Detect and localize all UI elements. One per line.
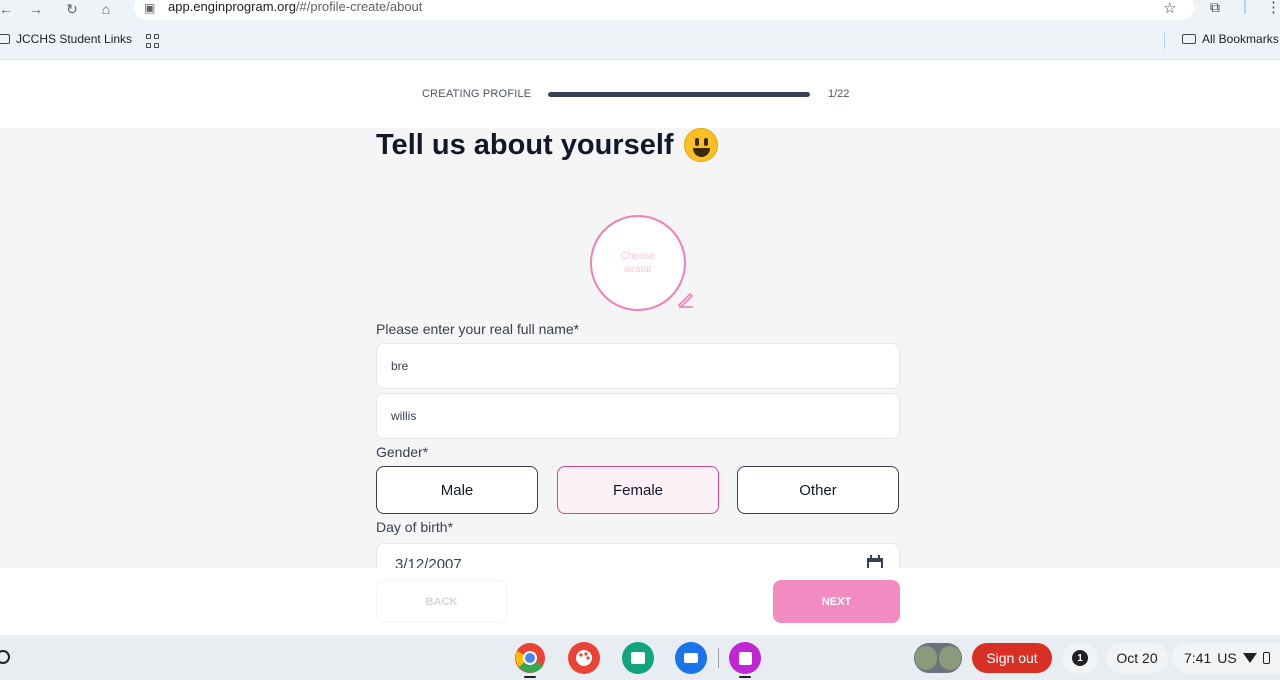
sign-out-label: Sign out [986,650,1038,666]
gender-female-button[interactable]: Female [557,466,719,514]
files-app-icon[interactable] [675,642,707,674]
date-display[interactable]: Oct 20 [1106,643,1168,673]
canvas-running-indicator [739,676,751,678]
page-title: Tell us about yourself [376,128,718,162]
bookmarks-divider [1164,33,1165,49]
avatar-hint: Choose avatar [620,251,656,275]
canvas-app-icon[interactable] [729,642,761,674]
gender-female-label: Female [612,481,664,499]
dob-label: Day of birth* [376,519,454,535]
last-name-value: willis [391,409,417,423]
notification-badge[interactable]: 1 [1062,643,1098,673]
browser-toolbar: ← → ↻ ⌂ ▣ app.enginprogram.org/#/profile… [0,0,1280,22]
gender-other-label: Other [799,481,837,499]
palette-app-icon[interactable] [568,642,600,674]
progress-count: 1/22 [828,88,850,100]
wifi-icon [1242,653,1257,663]
gender-label: Gender* [376,444,429,460]
bookmark-folder-label: JCCHS Student Links [16,32,133,46]
home-icon[interactable]: ⌂ [96,0,116,18]
choose-avatar-button[interactable]: Choose avatar [590,215,686,311]
back-button-label: BACK [425,595,458,608]
url-text[interactable]: app.enginprogram.org/#/profile-create/ab… [168,0,422,14]
pencil-edit-icon[interactable] [676,289,696,309]
forward-arrow-icon[interactable]: → [26,0,46,18]
url-path: /#/profile-create/about [295,0,423,14]
bookmarks-bar: JCCHS Student Links All Bookmarks [0,22,1280,60]
input-locale: US [1217,650,1237,666]
classroom-app-icon[interactable] [622,642,654,674]
page-title-text: Tell us about yourself [376,128,674,161]
battery-icon [1262,652,1270,664]
folder-icon [1182,34,1196,44]
tray-thumbnails[interactable] [914,643,962,673]
chrome-running-indicator [524,676,536,678]
chrome-app-icon[interactable] [514,642,546,674]
clock-time: 7:41 [1184,650,1212,666]
reload-icon[interactable]: ↻ [62,0,82,18]
last-name-input[interactable]: willis [376,393,900,439]
back-button[interactable]: BACK [376,580,507,623]
bookmark-star-icon[interactable]: ☆ [1163,0,1176,17]
smiley-emoji-icon [683,128,718,162]
progress-bar [548,92,810,97]
first-name-value: bre [391,359,409,373]
notification-count: 1 [1072,650,1088,666]
full-name-label: Please enter your real full name* [376,321,580,337]
first-name-input[interactable]: bre [376,343,900,389]
apps-grid-icon[interactable] [146,34,160,48]
shelf-divider [718,648,719,668]
progress-label: CREATING PROFILE [422,88,532,100]
url-host: app.enginprogram.org [168,0,296,14]
next-button-label: NEXT [821,595,852,608]
gender-other-button[interactable]: Other [737,466,899,514]
bookmark-folder-jcchs[interactable]: JCCHS Student Links [0,32,132,46]
folder-icon [0,34,10,44]
more-menu-icon[interactable]: ⋮ [1266,0,1280,16]
gender-male-button[interactable]: Male [376,466,538,514]
next-button[interactable]: NEXT [773,580,900,623]
back-arrow-icon[interactable]: ← [0,0,16,18]
site-info-icon[interactable]: ▣ [144,1,155,15]
status-tray[interactable]: 7:41 US [1172,643,1280,673]
all-bookmarks-label: All Bookmarks [1202,32,1279,46]
toolbar-divider [1244,0,1246,14]
date-text: Oct 20 [1116,650,1158,666]
sign-out-button[interactable]: Sign out [972,643,1052,673]
all-bookmarks-button[interactable]: All Bookmarks [1182,32,1279,46]
extensions-icon[interactable]: ⧉ [1210,0,1220,16]
progress-bar-fill [548,92,810,97]
gender-male-label: Male [440,481,474,499]
footer-bar [0,568,1280,635]
